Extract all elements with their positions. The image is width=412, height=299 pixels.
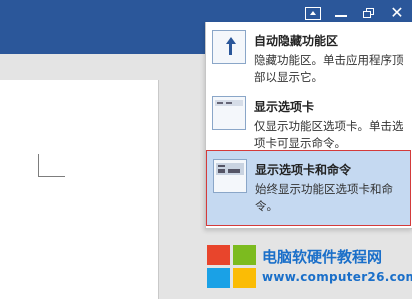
auto-hide-ribbon-icon <box>212 30 246 64</box>
menu-item-description: 始终显示功能区选项卡和命令。 <box>255 182 393 213</box>
ribbon-display-options-menu: 自动隐藏功能区 隐藏功能区。单击应用程序顶部以显示它。 显示选项卡 仅显示功能区… <box>205 22 412 229</box>
menu-item-show-tabs-and-commands[interactable]: 显示选项卡和命令 始终显示功能区选项卡和命令。 <box>206 150 411 226</box>
window-controls: ✕ <box>304 3 406 23</box>
show-tabs-icon <box>212 96 246 130</box>
document-page[interactable] <box>0 80 159 299</box>
ribbon-display-options-icon <box>305 6 321 20</box>
page-margin-marker <box>38 154 65 177</box>
site-watermark: 电脑软硬件教程网 www.computer26.com <box>205 243 412 299</box>
windows-logo-icon <box>207 245 257 289</box>
close-icon: ✕ <box>390 3 404 22</box>
restore-button[interactable] <box>360 4 378 22</box>
close-button[interactable]: ✕ <box>388 4 406 22</box>
menu-item-title: 显示选项卡和命令 <box>255 163 352 177</box>
menu-item-description: 仅显示功能区选项卡。单击选项卡可显示命令。 <box>254 119 404 150</box>
menu-item-title: 显示选项卡 <box>254 100 315 114</box>
restore-icon <box>363 8 375 18</box>
menu-item-description: 隐藏功能区。单击应用程序顶部以显示它。 <box>254 53 404 84</box>
watermark-url: www.computer26.com <box>262 270 412 284</box>
menu-item-show-tabs[interactable]: 显示选项卡 仅显示功能区选项卡。单击选项卡可显示命令。 <box>206 88 411 150</box>
minimize-icon <box>335 15 347 17</box>
minimize-button[interactable] <box>332 4 350 22</box>
show-tabs-and-commands-icon <box>213 159 247 193</box>
menu-item-auto-hide-ribbon[interactable]: 自动隐藏功能区 隐藏功能区。单击应用程序顶部以显示它。 <box>206 22 411 88</box>
menu-item-title: 自动隐藏功能区 <box>254 34 339 48</box>
ribbon-display-options-button[interactable] <box>304 4 322 22</box>
watermark-title: 电脑软硬件教程网 <box>262 248 383 266</box>
